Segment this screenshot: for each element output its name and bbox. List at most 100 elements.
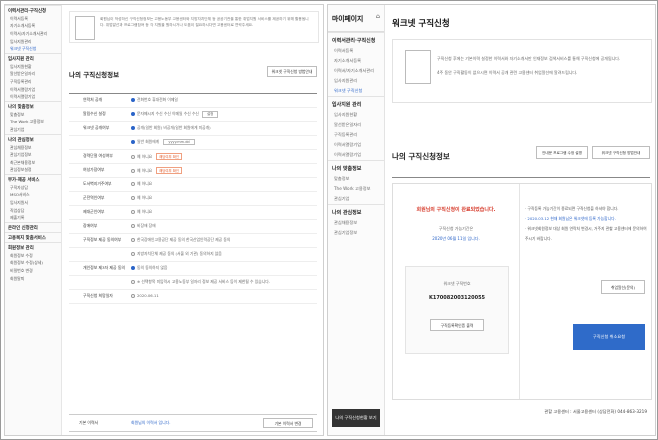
- sidebar-item[interactable]: 이력서등록: [5, 15, 61, 23]
- form-value[interactable]: 예 아니요: [131, 195, 152, 201]
- sidebar-item[interactable]: 맞춤정보: [328, 174, 384, 184]
- status-date: 2020년 06월 11일 입니다.: [432, 236, 480, 241]
- form-value[interactable]: 비장애 장애: [131, 223, 156, 229]
- sidebar-item[interactable]: 직업상담: [5, 207, 61, 215]
- change-resume-button[interactable]: 기본 이력서 변경: [263, 418, 313, 428]
- sidebar-item[interactable]: 워크넷 구직신청: [5, 45, 61, 53]
- sidebar-item[interactable]: The Work 고용정보: [328, 184, 384, 194]
- sidebar-section-title[interactable]: 나의 관심정보: [328, 204, 384, 218]
- form-value[interactable]: 일반 회원에게 yyyy.mm.dd: [131, 139, 195, 145]
- radio-icon[interactable]: [131, 126, 135, 130]
- sidebar-section-title[interactable]: 나의 관심정보: [5, 133, 61, 144]
- sidebar-item[interactable]: 관심기업: [328, 194, 384, 204]
- sidebar-section-title[interactable]: 입사지원 관리: [5, 52, 61, 63]
- sidebar-item[interactable]: 이력서열람기업: [5, 93, 61, 101]
- sidebar-item[interactable]: 이력서열람기업: [328, 140, 384, 150]
- radio-icon[interactable]: [131, 294, 135, 298]
- radio-icon[interactable]: [131, 280, 135, 284]
- check-eligibility-button[interactable]: 해당여부 확인: [156, 153, 182, 160]
- apply-guide-button[interactable]: 워크넷 구직신청 방법안내: [267, 66, 317, 77]
- sidebar-item[interactable]: 비밀번호 변경: [5, 267, 61, 275]
- sidebar-item[interactable]: 회원정보 수정(상세): [5, 260, 61, 268]
- radio-icon[interactable]: [131, 266, 135, 270]
- sidebar-item[interactable]: 관심채용정보: [328, 218, 384, 228]
- sidebar-section-title[interactable]: 입사지원 관리: [328, 96, 384, 110]
- sidebar-item[interactable]: 이력서열람기업: [328, 150, 384, 160]
- form-value[interactable]: ※ 선택항목 미입력시 고용노동부 일자리 정보 제공 서비스 등이 제한될 수…: [131, 279, 270, 285]
- sidebar-item[interactable]: 이력서/자기소개서관리: [5, 30, 61, 38]
- form-value[interactable]: 동의 동의하지 않음: [131, 265, 167, 271]
- sidebar-item[interactable]: The Work 고용정보: [5, 119, 61, 127]
- sidebar-item[interactable]: 입사지원관리: [5, 38, 61, 46]
- sidebar-section-title[interactable]: 이력서관리·구직신청: [5, 5, 61, 15]
- sidebar-item[interactable]: 알선받은일자리: [328, 120, 384, 130]
- sidebar-section-title[interactable]: 회원정보 관리: [5, 242, 61, 252]
- sidebar-item[interactable]: 입사지원관리: [328, 76, 384, 86]
- sidebar-section-title[interactable]: 나의 맞춤정보: [328, 160, 384, 174]
- sidebar-item[interactable]: 입사지원현황: [5, 63, 61, 71]
- sidebar-item[interactable]: 이력서/자기소개서관리: [328, 66, 384, 76]
- radio-icon[interactable]: [131, 112, 135, 116]
- sidebar-item[interactable]: 워크넷 구직신청: [328, 86, 384, 96]
- form-value[interactable]: 공개(일반 회원) 비공개(일반 회원에게 미공개): [131, 125, 211, 131]
- sidebar-item[interactable]: 이력서열람기업: [5, 86, 61, 94]
- form-value-text: 동의 동의하지 않음: [137, 265, 168, 270]
- sidebar-item[interactable]: 이력서등록: [328, 46, 384, 56]
- sidebar-item[interactable]: 최근본채용정보: [5, 159, 61, 167]
- sidebar-item[interactable]: 회원정보 수정: [5, 252, 61, 260]
- form-value[interactable]: 예 아니요: [131, 181, 152, 187]
- sidebar-item[interactable]: 관심채용정보: [5, 144, 61, 152]
- sidebar-item[interactable]: 자기소개서등록: [328, 56, 384, 66]
- sidebar-item[interactable]: 회원탈퇴: [5, 275, 61, 283]
- sidebar-item[interactable]: 관심기업: [5, 126, 61, 134]
- radio-icon[interactable]: [131, 252, 135, 256]
- radio-icon[interactable]: [131, 98, 135, 102]
- check-eligibility-button[interactable]: 해당여부 확인: [156, 167, 182, 174]
- sidebar-section-title[interactable]: 이력서관리·구직신청: [328, 32, 384, 46]
- form-value[interactable]: 예 아니요 해당여부 확인: [131, 167, 182, 174]
- sidebar-item[interactable]: 제출기록: [5, 214, 61, 222]
- sidebar-item[interactable]: 맞춤정보: [5, 111, 61, 119]
- print-certificate-button[interactable]: 구직등록확인증 출력: [430, 319, 484, 331]
- radio-icon[interactable]: [131, 196, 135, 200]
- home-icon[interactable]: ⌂: [376, 13, 380, 20]
- sidebar-section-title[interactable]: 고용복지 맞춤서비스: [5, 232, 61, 242]
- form-label: 장애여부: [83, 223, 98, 228]
- inquiry-button[interactable]: 취업알선(문의): [601, 280, 645, 294]
- sidebar-item[interactable]: 구직등록관리: [328, 130, 384, 140]
- sidebar-item[interactable]: 알선받은일자리: [5, 71, 61, 79]
- form-value[interactable]: 예 아니요: [131, 209, 152, 215]
- radio-icon[interactable]: [131, 140, 135, 144]
- sidebar-section-title[interactable]: 부가·제공 서비스: [5, 174, 61, 184]
- sidebar-item[interactable]: 관심정보설정: [5, 167, 61, 175]
- date-input[interactable]: yyyy.mm.dd: [163, 139, 195, 145]
- form-value[interactable]: 한국장애인고용공단 제공 동의 한국산업인력공단 제공 동의: [131, 237, 230, 243]
- form-value[interactable]: 지방자치단체 제공 동의 (서울 외 기관) 동의하지 않음: [131, 251, 222, 257]
- sidebar-section-title[interactable]: 나의 맞춤정보: [5, 100, 61, 111]
- radio-icon[interactable]: [131, 155, 135, 159]
- radio-icon[interactable]: [131, 224, 135, 228]
- my-application-status-button[interactable]: 나의 구직신청현황 보기: [332, 409, 380, 427]
- sidebar-item[interactable]: 입사지원현황: [328, 110, 384, 120]
- radio-icon[interactable]: [131, 182, 135, 186]
- sidebar-item[interactable]: 구직자상담: [5, 184, 61, 192]
- sidebar-item[interactable]: 관심기업정보: [328, 228, 384, 238]
- form-value[interactable]: 예 아니요 해당여부 확인: [131, 153, 182, 160]
- sidebar-item[interactable]: 입사지원서: [5, 199, 61, 207]
- sidebar-item[interactable]: 자기소개서등록: [5, 23, 61, 31]
- form-value[interactable]: 문자메시지 수신 수신 이메일 수신 수신 설정: [131, 111, 219, 118]
- setting-button[interactable]: 설정: [201, 111, 219, 118]
- sidebar-item[interactable]: MSO서비스: [5, 192, 61, 200]
- form-value[interactable]: 전화번호 휴대전화 이메일: [131, 97, 178, 103]
- form-row: 여성가장여부 예 아니요 해당여부 확인: [69, 164, 317, 178]
- radio-icon[interactable]: [131, 169, 135, 173]
- cancel-application-button[interactable]: 구직신청 취소요청: [573, 324, 645, 350]
- sidebar-item[interactable]: 관심기업정보: [5, 151, 61, 159]
- apply-guide-button[interactable]: 워크넷 구직신청 방법안내: [592, 146, 650, 159]
- radio-icon[interactable]: [131, 210, 135, 214]
- sidebar-section-title[interactable]: 온라인 신청관리: [5, 222, 61, 232]
- radio-icon[interactable]: [131, 238, 135, 242]
- form-value[interactable]: 2020.06.11: [131, 293, 159, 298]
- print-guide-button[interactable]: 안내문 프로그램 수정 설명: [536, 146, 588, 159]
- sidebar-item[interactable]: 구직등록관리: [5, 78, 61, 86]
